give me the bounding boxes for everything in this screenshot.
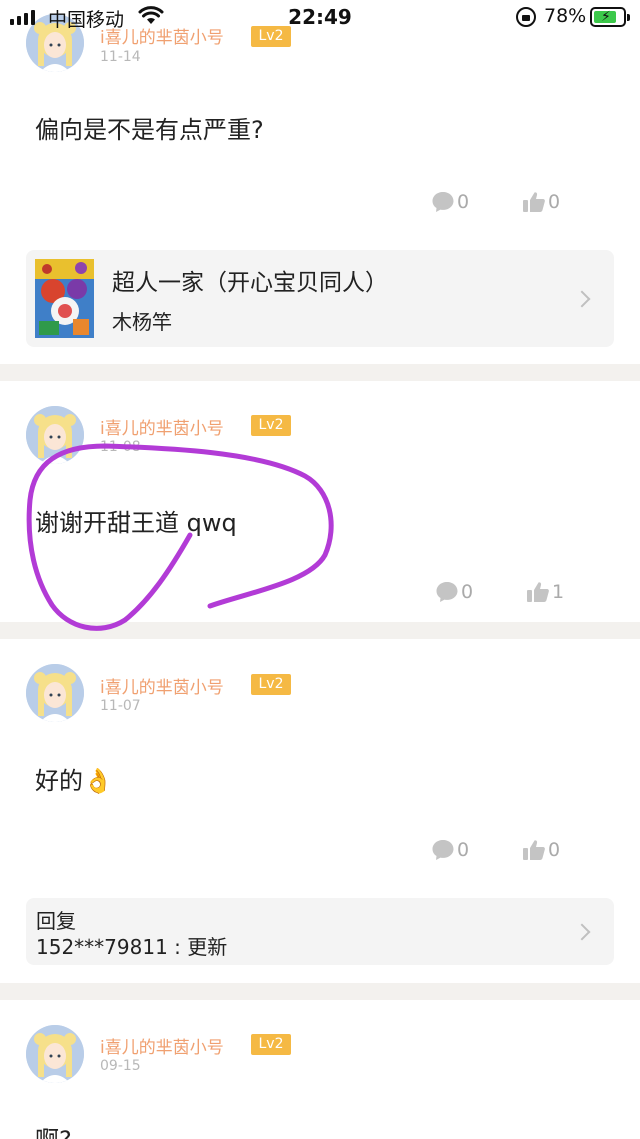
thumbs-up-icon [522,190,546,214]
rotation-lock-icon [516,7,536,27]
thumbs-up-icon [526,580,550,604]
book-card[interactable]: 超人一家（开心宝贝同人） 木杨竿 [26,250,614,347]
comment-button[interactable]: 0 [435,580,473,604]
divider [0,364,640,381]
reply-text: 152***79811 : 更新 [36,935,228,959]
like-count: 1 [552,581,565,603]
comment-button[interactable]: 0 [431,190,469,214]
level-badge: Lv2 [251,1034,291,1055]
battery-icon: ⚡ [590,7,630,27]
level-badge: Lv2 [251,674,291,695]
comment-item: i喜儿的芈茵小号 Lv2 11-07 好的👌 0 0 回复 152***7981… [0,639,640,983]
comment-button[interactable]: 0 [431,838,469,862]
chevron-right-icon [573,290,591,307]
comment-item: i喜儿的芈茵小号 Lv2 11-08 谢谢开甜王道 qwq 0 1 [0,381,640,622]
like-count: 0 [548,839,561,861]
divider [0,983,640,1000]
comment-item: i喜儿的芈茵小号 Lv2 11-14 偏向是不是有点严重? 0 0 超人一家（开… [0,0,640,364]
post-date: 11-07 [100,698,141,714]
thumbs-up-icon [522,838,546,862]
status-bar: 中国移动 22:49 78% ⚡ [0,0,640,36]
comment-count: 0 [461,581,474,603]
comment-bubble-icon [435,580,459,604]
comment-text: 偏向是不是有点严重? [35,116,264,144]
post-date: 11-08 [100,439,141,455]
comment-bubble-icon [431,190,455,214]
avatar[interactable] [26,1025,84,1083]
chevron-right-icon [573,923,591,940]
post-date: 11-14 [100,49,141,65]
book-author: 木杨竿 [112,310,172,334]
comment-text: 啊? [35,1120,72,1139]
avatar[interactable] [26,406,84,464]
reply-label: 回复 [36,909,76,933]
comment-count: 0 [457,191,470,213]
like-button[interactable]: 0 [522,190,560,214]
avatar[interactable] [26,664,84,722]
like-button[interactable]: 1 [526,580,564,604]
book-cover-image [35,259,94,338]
book-title: 超人一家（开心宝贝同人） [112,270,388,296]
divider [0,622,640,639]
author-name[interactable]: i喜儿的芈茵小号 [100,673,224,698]
author-name[interactable]: i喜儿的芈茵小号 [100,1033,224,1058]
battery-percentage: 78% [544,5,587,27]
reply-card[interactable]: 回复 152***79811 : 更新 [26,898,614,965]
like-button[interactable]: 0 [522,838,560,862]
level-badge: Lv2 [251,415,291,436]
post-date: 09-15 [100,1058,141,1074]
comment-text: 好的👌 [35,767,113,795]
author-name[interactable]: i喜儿的芈茵小号 [100,414,224,439]
comment-text: 谢谢开甜王道 qwq [35,509,237,537]
like-count: 0 [548,191,561,213]
comment-item: i喜儿的芈茵小号 Lv2 09-15 啊? [0,1000,640,1139]
comment-bubble-icon [431,838,455,862]
comment-count: 0 [457,839,470,861]
